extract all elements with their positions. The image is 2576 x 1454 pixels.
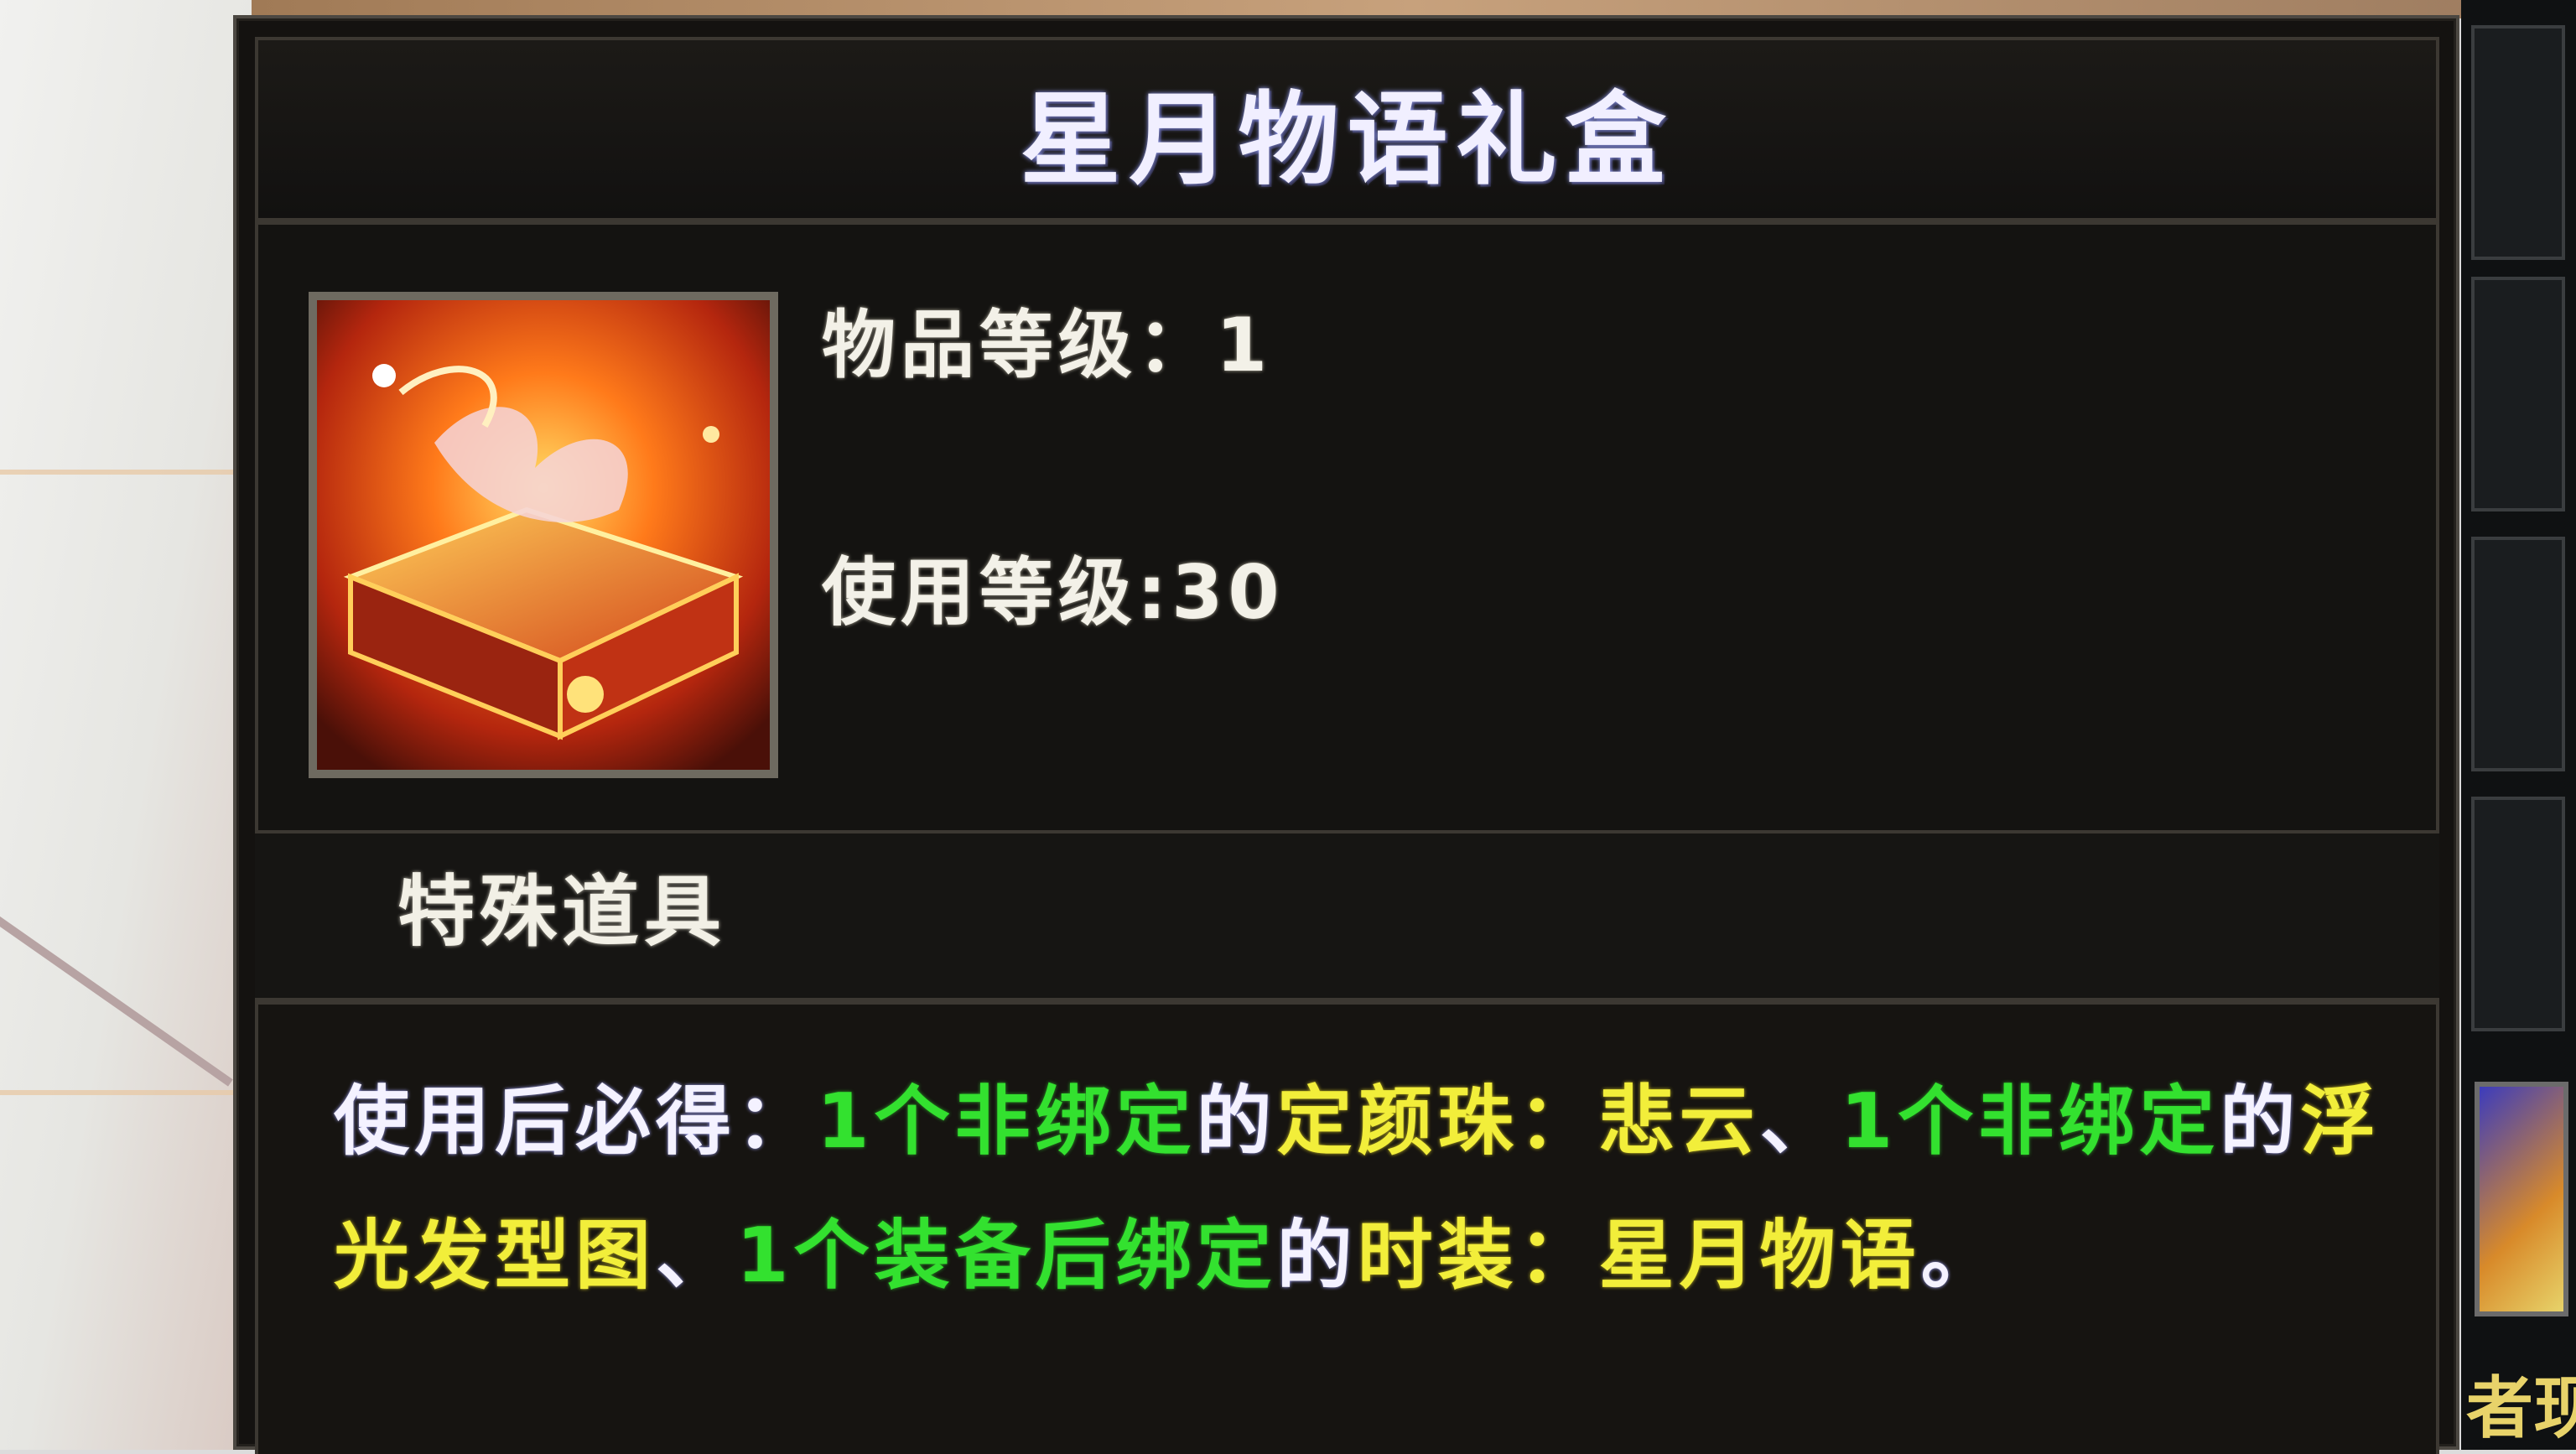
inventory-partial-label: 者现 [2466,1369,2576,1447]
inventory-slot[interactable] [2471,25,2565,260]
inventory-panel: 者现 [2461,0,2576,1450]
tooltip-title-bar: 星月物语礼盒 [255,37,2439,221]
inventory-item-icon[interactable] [2475,1082,2568,1316]
item-level-value: 1 [1216,302,1273,388]
desc-segment: 定颜珠：悲云 [1276,1078,1760,1166]
desc-segment: 。 [1920,1212,2002,1300]
item-info-panel: 物品等级：1 使用等级:30 [255,221,2439,833]
item-type: 特殊道具 [397,867,727,957]
background-stripe [0,1090,252,1095]
use-level-row: 使用等级:30 [822,556,1285,630]
desc-segment: 、 [656,1212,736,1300]
desc-segment: 使用后必得： [334,1078,817,1166]
desc-segment: 1个装备后绑定 [736,1212,1277,1300]
item-title: 星月物语礼盒 [1020,82,1675,199]
gift-box-icon [309,292,778,778]
item-level-row: 物品等级：1 [822,309,1272,382]
background-stripe [0,470,252,475]
inventory-slot[interactable] [2471,537,2565,771]
item-description-panel: 使用后必得：1个非绑定的定颜珠：悲云、1个非绑定的浮光发型图、1个装备后绑定的时… [255,1001,2439,1454]
item-type-bar: 特殊道具 [255,833,2439,1001]
desc-segment: 、 [1759,1078,1841,1166]
item-level-label: 物品等级： [822,302,1217,388]
desc-segment: 的 [1196,1078,1277,1166]
desc-segment: 的 [2220,1078,2301,1166]
desc-segment: 时装：星月物语 [1357,1212,1921,1300]
inventory-slot[interactable] [2471,797,2565,1031]
item-tooltip: 星月物语礼盒 物品等级：1 使用等级:30 特殊道具 使用后必得：1个非绑定的定… [233,15,2459,1454]
desc-segment: 1个非绑定 [1840,1078,2220,1166]
item-description: 使用后必得：1个非绑定的定颜珠：悲云、1个非绑定的浮光发型图、1个装备后绑定的时… [334,1055,2413,1323]
desc-segment: 的 [1276,1212,1358,1300]
background-desk [0,0,252,1450]
background-diagonal [0,906,233,1087]
inventory-slot[interactable] [2471,277,2565,511]
use-level-label: 使用等级: [822,549,1172,636]
desc-segment: 1个非绑定 [817,1078,1197,1166]
use-level-value: 30 [1171,549,1285,636]
